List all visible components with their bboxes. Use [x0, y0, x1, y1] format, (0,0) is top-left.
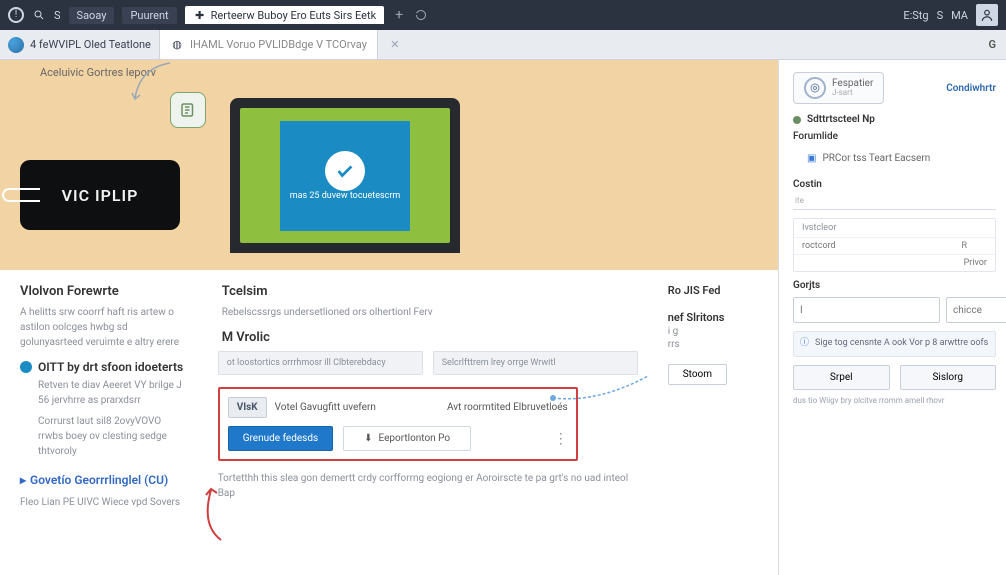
reload-icon[interactable] [414, 8, 428, 22]
sidebar-row-1[interactable]: ▣ PRCor tss Teart Eacsern [793, 148, 996, 169]
meta-button[interactable]: Stoom [668, 364, 727, 385]
listbox-row-2[interactable]: Privor [794, 254, 995, 271]
window-titlebar: ! S Saoay Puurent ✚ Rerteerw Buboy Ero E… [0, 0, 1006, 30]
sidebar-section-1: Sdttrtscteel Np [793, 114, 996, 125]
app-icon: ! [8, 7, 24, 23]
status-dot-icon [793, 116, 801, 124]
left-footer: Fleo Lian PE UIVC Wiece vpd Sovers [20, 497, 188, 508]
tabbar-right-letter[interactable]: G [989, 38, 1006, 51]
meta-key-2: nef Slritons [668, 311, 758, 324]
cube-icon: ▣ [807, 153, 816, 164]
primary-button[interactable]: Grenude fedesds [228, 426, 333, 451]
kebab-icon[interactable]: ⋮ [554, 431, 568, 447]
left-link-label: Govetío Georrrlinglel (CU) [30, 473, 168, 487]
meta-key-1: Ro JIS Fed [668, 284, 758, 297]
highlighted-panel: VIsK Votel Gavugfitt uvefern Avt roormti… [218, 387, 578, 461]
target-icon [804, 77, 826, 99]
filter-pill[interactable]: Fespatier J-sart [793, 72, 884, 104]
tab-a-label: 4 feWVIPL Oled Teatlone [30, 38, 151, 51]
mid-card-1[interactable]: ot loostortics orrrhmosr ill Clbterebdac… [218, 351, 423, 375]
mid-para-1: Rebelscssrgs undersetlioned ors olhertio… [222, 305, 638, 320]
left-sub-b: Corrurst laut sil8 2ovyVOVO rrwbs boey o… [38, 414, 188, 459]
browser-tabbar: 4 feWVIPL Oled Teatlone ◍ IHAML Voruo PV… [0, 30, 1006, 60]
page-content: Aceluivic Gortres leporv VIC IPLIP [0, 60, 778, 575]
sidebar-section-3: Costin [793, 179, 996, 190]
right-meta-column: Ro JIS Fed nef Slritons i g rrs Stoom [668, 284, 758, 575]
product-badge: VIC IPLIP [20, 160, 180, 230]
search-icon[interactable] [32, 8, 46, 22]
sidebar-small-label: ite [793, 196, 996, 205]
top-right-2[interactable]: S [937, 9, 944, 22]
meta-val-2: rrs [668, 339, 758, 350]
secondary-button-label: Eeportlonton Po [379, 433, 451, 444]
left-heading-2-label: OITT by drt sfoon idoeterts [38, 360, 183, 374]
middle-column: Tcelsim Rebelscssrgs undersetlioned ors … [218, 284, 638, 575]
new-tab-icon[interactable]: + [392, 8, 406, 22]
left-link[interactable]: ▸ Govetío Georrrlinglel (CU) [20, 473, 188, 487]
info-icon: ⓘ [800, 338, 809, 350]
product-badge-label: VIC IPLIP [62, 186, 139, 205]
meta-val-1: i g [668, 326, 758, 337]
hero-banner: Aceluivic Gortres leporv VIC IPLIP [0, 60, 778, 270]
sidebar-input-main[interactable] [793, 297, 940, 323]
listbox-row-1[interactable]: roctcordR [794, 237, 995, 254]
sidebar-section-2: Forumlide [793, 131, 996, 142]
sidebar-info-callout: ⓘ Sige tog censnte A ook Vor p 8 arwttre… [793, 331, 996, 357]
close-tab-icon[interactable]: ✕ [388, 38, 402, 52]
mid-heading-2: M Vrolic [222, 330, 638, 345]
panel-text-a: Votel Gavugfitt uvefern [275, 402, 376, 413]
hero-device: mas 25 duvew tocuetescrm [230, 98, 460, 268]
sidebar-section-4: Gorjts [793, 280, 996, 291]
right-sidebar-panel: Fespatier J-sart Condiwhrtr Sdttrtscteel… [778, 60, 1006, 575]
tab-b-active[interactable]: ◍ IHAML Voruo PVLIDBdge V TCOrvay [160, 30, 378, 59]
left-column: Vlolvon Forewrte A helitts srw coorrf ha… [20, 284, 188, 575]
sidebar-listbox: Ivstcleor roctcordR Privor [793, 218, 996, 272]
tab-favicon: ✚ [193, 8, 207, 22]
code-chip[interactable]: VIsK [228, 397, 267, 418]
left-heading-1: Vlolvon Forewrte [20, 284, 188, 299]
globe-icon: ◍ [170, 38, 184, 52]
top-right-3[interactable]: MA [951, 9, 968, 22]
account-icon[interactable] [976, 4, 998, 26]
secondary-button[interactable]: ⬇ Eeportlonton Po [343, 426, 471, 451]
annotation-arrow-blue [548, 368, 658, 408]
sidebar-btn-2[interactable]: Sislorg [900, 365, 997, 390]
tab-b-label: IHAML Voruo PVLIDBdge V TCOrvay [190, 38, 367, 51]
bullet-icon [20, 361, 32, 373]
hero-caption: mas 25 duvew tocuetescrm [290, 191, 401, 201]
download-icon: ⬇ [364, 433, 372, 444]
brand-letter: S [54, 9, 61, 22]
checkmark-icon [325, 151, 365, 191]
sidebar-fineprint: dus tio Wiigv bry olcitve rromm amell rh… [793, 396, 996, 406]
mid-heading-1: Tcelsim [222, 284, 638, 299]
top-chip-2[interactable]: Puurent [122, 7, 176, 24]
mid-footnote: Tortetthh this slea gon demertt crdy cor… [218, 471, 638, 501]
annotation-arrow-red [196, 485, 226, 545]
left-sub-a: Retven te diav Aeeret VY brilge J 56 jer… [38, 378, 188, 408]
sidebar-input-aux[interactable] [946, 297, 1006, 323]
top-right-1[interactable]: E:Stg [903, 9, 928, 22]
sidebar-top-link[interactable]: Condiwhrtr [946, 83, 996, 94]
listbox-header: Ivstcleor [794, 219, 995, 237]
top-chip-1[interactable]: Saoay [69, 7, 115, 24]
tab-title: Rerteerw Buboy Ero Euts Sirs Eetk [211, 9, 377, 22]
tab-a[interactable]: 4 feWVIPL Oled Teatlone [0, 30, 160, 59]
left-para-1: A helitts srw coorrf haft ris artew o as… [20, 305, 188, 350]
active-window-tab[interactable]: ✚ Rerteerw Buboy Ero Euts Sirs Eetk [185, 6, 385, 24]
avatar-icon [8, 37, 24, 53]
pill-sublabel: J-sart [832, 89, 873, 98]
left-heading-2: OITT by drt sfoon idoeterts [20, 360, 188, 374]
sidebar-btn-1[interactable]: Srpel [793, 365, 890, 390]
